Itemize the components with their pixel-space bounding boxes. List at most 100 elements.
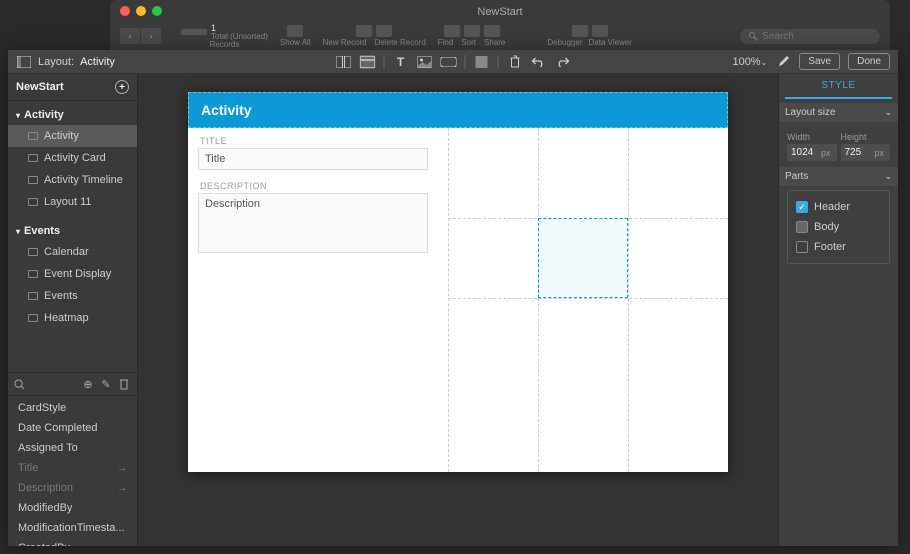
header-title: Activity	[201, 102, 252, 118]
checkbox-icon[interactable]	[796, 221, 808, 233]
field-label: ModifiedBy	[18, 502, 72, 514]
data-viewer-icon[interactable]	[592, 25, 608, 37]
add-field-icon[interactable]: ⊕	[81, 377, 95, 391]
layout-icon	[28, 154, 38, 162]
done-button[interactable]: Done	[848, 53, 890, 70]
parts-section[interactable]: Parts ⌄	[779, 167, 898, 186]
sidebar-item-layout-11[interactable]: Layout 11	[8, 191, 137, 213]
title-field[interactable]: Title	[198, 148, 428, 170]
background-window: NewStart ‹ › 1 Total (Unsorted) Records …	[110, 0, 890, 50]
field-item[interactable]: Description→	[8, 478, 137, 498]
fill-tool-icon[interactable]	[474, 55, 490, 69]
width-input-wrap[interactable]: px	[787, 144, 837, 161]
part-checkbox-row[interactable]: Body	[794, 217, 883, 237]
field-item[interactable]: ModifiedBy	[8, 498, 137, 518]
sidebar-item-event-display[interactable]: Event Display	[8, 263, 137, 285]
layout-group-activity[interactable]: ▾ Activity	[8, 105, 137, 125]
layout-icon	[28, 198, 38, 206]
selection-box[interactable]	[538, 218, 628, 298]
unit-label: px	[875, 148, 885, 158]
height-input[interactable]	[845, 147, 875, 158]
parts-list: ✓HeaderBody Footer	[787, 190, 890, 264]
sidebar-item-activity-card[interactable]: Activity Card	[8, 147, 137, 169]
field-item[interactable]: Title→	[8, 458, 137, 478]
forward-button[interactable]: ›	[141, 28, 161, 44]
brush-tool-icon[interactable]	[775, 55, 791, 69]
field-label: Assigned To	[18, 442, 78, 454]
inspector-tab-style[interactable]: STYLE	[785, 74, 892, 99]
part-checkbox-row[interactable]: ✓Header	[794, 197, 883, 217]
chevron-down-icon: ▾	[16, 227, 20, 236]
title-label: TITLE	[200, 136, 227, 146]
zoom-window-icon[interactable]	[152, 6, 162, 16]
record-slider[interactable]	[181, 29, 207, 35]
delete-icon[interactable]	[507, 55, 523, 69]
width-input[interactable]	[791, 147, 821, 158]
part-label: Footer	[814, 241, 846, 253]
show-all-icon[interactable]	[287, 25, 303, 37]
fields-search[interactable]	[14, 379, 77, 390]
layout-body-part[interactable]: TITLE Title DESCRIPTION Description	[188, 128, 728, 472]
view-layout-icon[interactable]	[360, 55, 376, 69]
field-item[interactable]: Date Completed	[8, 418, 137, 438]
back-button[interactable]: ‹	[120, 28, 140, 44]
height-input-wrap[interactable]: px	[841, 144, 891, 161]
field-item[interactable]: ModificationTimesta...	[8, 518, 137, 538]
canvas-area[interactable]: Activity TITLE Title DESCRIPTION Descrip…	[138, 74, 778, 546]
field-item[interactable]: CardStyle	[8, 398, 137, 418]
find-label: Find	[438, 38, 454, 47]
new-record-icon[interactable]	[356, 25, 372, 37]
layout-header-part[interactable]: Activity	[188, 92, 728, 128]
sidebar-item-activity[interactable]: Activity	[8, 125, 137, 147]
zoom-level[interactable]: 100%⌄	[732, 56, 767, 68]
bg-search-input[interactable]	[762, 31, 872, 42]
undo-icon[interactable]	[531, 55, 547, 69]
checkbox-icon[interactable]: ✓	[796, 201, 808, 213]
button-tool-icon[interactable]	[441, 55, 457, 69]
layout-size-section[interactable]: Layout size ⌄	[779, 103, 898, 122]
new-record-label: New Record	[323, 38, 367, 47]
text-tool-icon[interactable]: T	[393, 55, 409, 69]
chevron-down-icon: ⌄	[884, 107, 892, 118]
inspector-panel: STYLE Layout size ⌄ Width px Height	[778, 74, 898, 546]
sidebar-item-heatmap[interactable]: Heatmap	[8, 307, 137, 329]
debugger-icon[interactable]	[572, 25, 588, 37]
divider	[384, 55, 385, 69]
bg-search[interactable]: 🔍︎	[740, 29, 880, 44]
guide-line	[448, 128, 449, 472]
redo-icon[interactable]	[555, 55, 571, 69]
add-layout-button[interactable]: +	[115, 80, 129, 94]
sort-icon[interactable]	[464, 25, 480, 37]
delete-field-icon[interactable]	[117, 377, 131, 391]
share-icon[interactable]	[484, 25, 500, 37]
description-value: Description	[205, 198, 260, 210]
group-label: Events	[24, 225, 60, 237]
view-columns-icon[interactable]	[336, 55, 352, 69]
debugger-label: Debugger	[547, 38, 582, 47]
edit-field-icon[interactable]: ✎	[99, 377, 113, 391]
minimize-window-icon[interactable]	[136, 6, 146, 16]
close-window-icon[interactable]	[120, 6, 130, 16]
field-item[interactable]: Assigned To	[8, 438, 137, 458]
sidebar-item-events[interactable]: Events	[8, 285, 137, 307]
sidebar-item-calendar[interactable]: Calendar	[8, 241, 137, 263]
divider	[465, 55, 466, 69]
bg-window-title: NewStart	[477, 6, 522, 18]
sort-label: Sort	[461, 38, 476, 47]
group-label: Activity	[24, 109, 64, 121]
layout-canvas[interactable]: Activity TITLE Title DESCRIPTION Descrip…	[188, 92, 728, 472]
part-checkbox-row[interactable]: Footer	[794, 237, 883, 257]
divider	[498, 55, 499, 69]
delete-record-icon[interactable]	[376, 25, 392, 37]
field-label: CreatedBy	[18, 542, 70, 546]
image-tool-icon[interactable]	[417, 55, 433, 69]
field-item[interactable]: CreatedBy	[8, 538, 137, 546]
find-icon[interactable]	[444, 25, 460, 37]
field-label: CardStyle	[18, 402, 66, 414]
layout-group-events[interactable]: ▾ Events	[8, 221, 137, 241]
save-button[interactable]: Save	[799, 53, 840, 70]
sidebar-item-activity-timeline[interactable]: Activity Timeline	[8, 169, 137, 191]
window-icon	[16, 55, 32, 69]
checkbox-icon[interactable]	[796, 241, 808, 253]
description-field[interactable]: Description	[198, 193, 428, 253]
